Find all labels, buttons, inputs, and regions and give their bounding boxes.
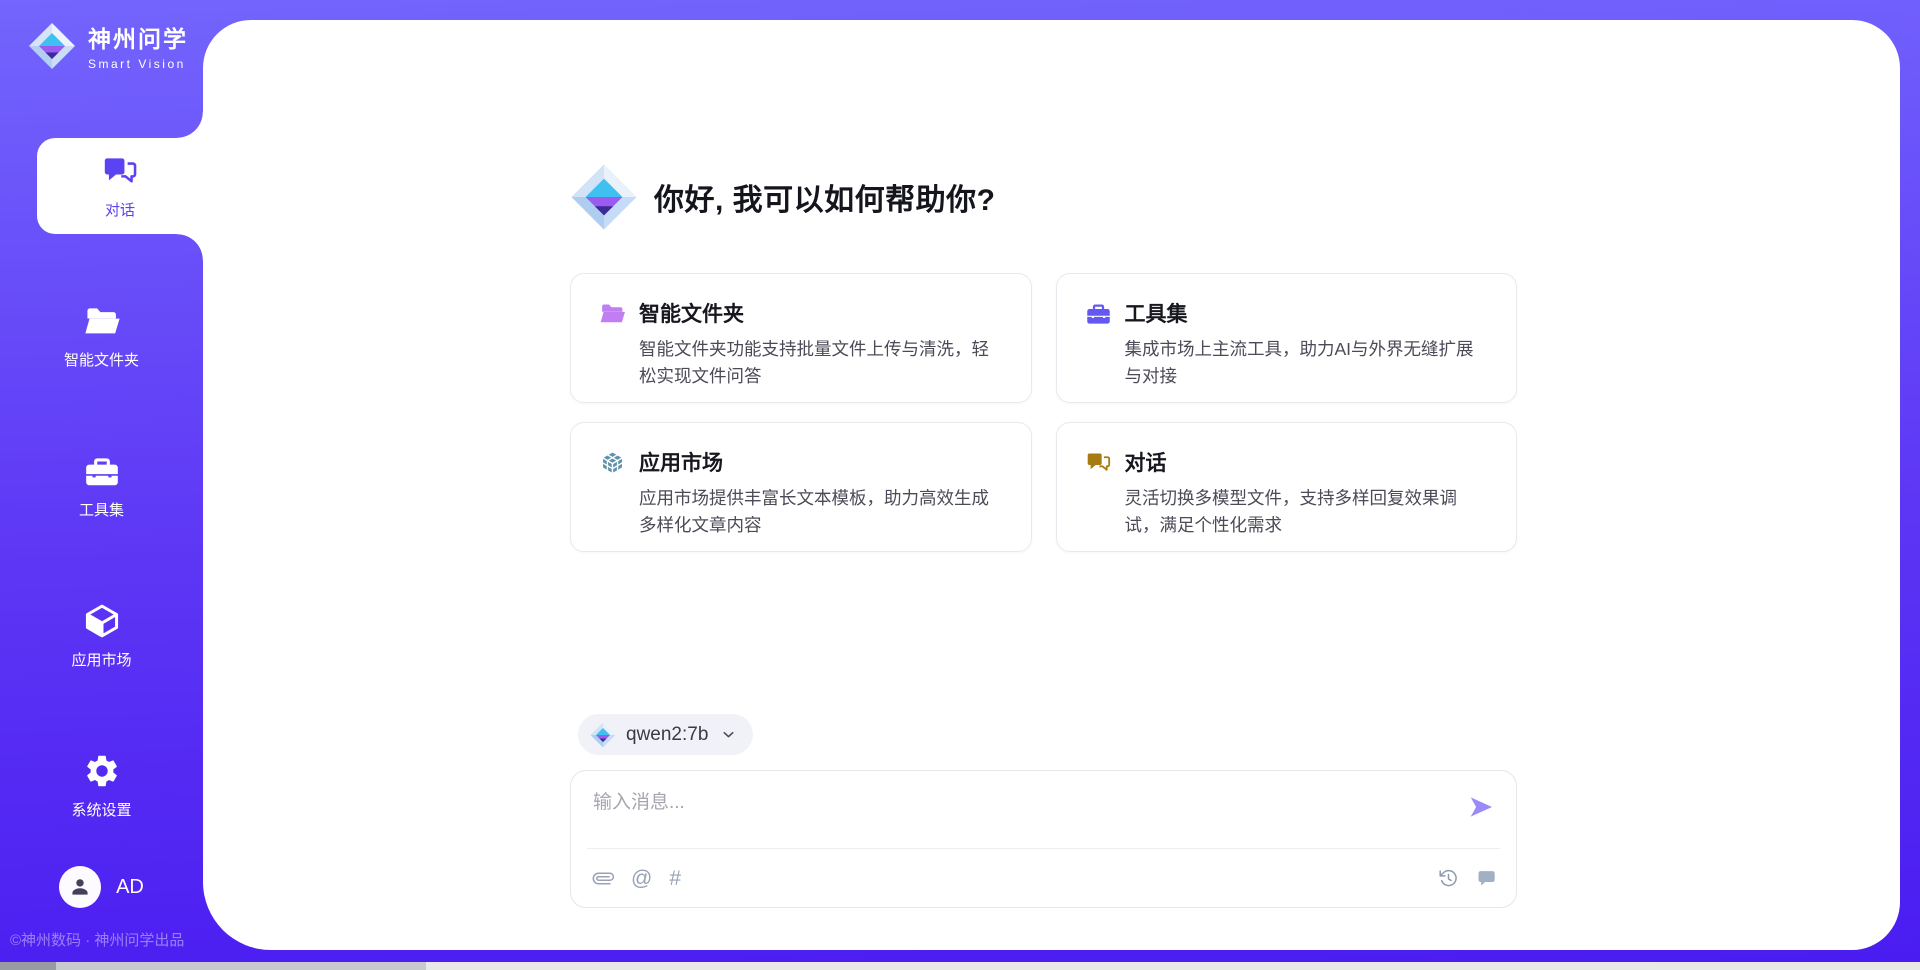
horizontal-scrollbar[interactable]	[0, 962, 1920, 970]
history-icon	[1438, 868, 1459, 889]
brand-name: 神州问学	[88, 20, 188, 54]
sidebar-item-smart-folder[interactable]: 智能文件夹	[0, 288, 203, 384]
message-composer: @ #	[570, 770, 1517, 908]
sidebar-item-label: 应用市场	[71, 649, 131, 670]
user-name: AD	[116, 876, 144, 899]
history-button[interactable]	[1438, 868, 1459, 889]
chat-bubbles-icon	[1085, 449, 1112, 476]
sidebar-item-label: 对话	[105, 199, 135, 220]
user-menu[interactable]: AD	[0, 866, 203, 908]
folder-open-icon	[599, 300, 626, 327]
gear-icon	[83, 752, 121, 790]
sidebar-nav: 对话 智能文件夹 工具集	[0, 138, 203, 834]
greeting: 你好, 我可以如何帮助你?	[570, 163, 996, 231]
model-selector[interactable]: qwen2:7b	[578, 714, 753, 755]
at-icon: @	[631, 868, 652, 889]
card-app-market[interactable]: 应用市场 应用市场提供丰富长文本模板，助力高效生成多样化文章内容	[570, 422, 1032, 552]
card-description: 智能文件夹功能支持批量文件上传与清洗，轻松实现文件问答	[639, 336, 1005, 389]
sidebar: 神州问学 Smart Vision 对话	[0, 0, 203, 962]
chat-bubbles-icon	[101, 152, 139, 190]
diamond-logo-icon	[570, 163, 638, 231]
card-title: 智能文件夹	[639, 298, 744, 328]
apps-cube-icon	[599, 449, 626, 476]
composer-toolbar: @ #	[593, 863, 1496, 893]
send-button[interactable]	[1466, 793, 1496, 823]
sidebar-item-chat[interactable]: 对话	[37, 138, 203, 234]
scrollbar-thumb[interactable]	[56, 962, 426, 970]
card-chat[interactable]: 对话 灵活切换多模型文件，支持多样回复效果调试，满足个性化需求	[1056, 422, 1518, 552]
avatar	[59, 866, 101, 908]
greeting-text: 你好, 我可以如何帮助你?	[654, 175, 996, 219]
hash-icon: #	[669, 868, 681, 889]
diamond-logo-icon	[28, 22, 76, 70]
folder-open-icon	[83, 302, 121, 340]
chat-bubble-filled-icon	[1475, 868, 1496, 889]
sidebar-item-app-market[interactable]: 应用市场	[0, 588, 203, 684]
card-title: 应用市场	[639, 447, 723, 477]
toolbox-icon	[83, 452, 121, 490]
diamond-logo-icon	[590, 722, 616, 748]
person-icon	[67, 874, 93, 900]
card-title: 对话	[1125, 447, 1167, 477]
sidebar-item-settings[interactable]: 系统设置	[0, 738, 203, 834]
card-title: 工具集	[1125, 298, 1188, 328]
sidebar-item-label: 系统设置	[71, 799, 131, 820]
brand-subtitle: Smart Vision	[88, 57, 188, 71]
card-description: 应用市场提供丰富长文本模板，助力高效生成多样化文章内容	[639, 485, 1005, 538]
topic-button[interactable]: #	[669, 868, 681, 889]
main-content: 你好, 我可以如何帮助你? 智能文件夹 智能文件夹功能支持批量文件上传与清洗，轻…	[570, 20, 1517, 950]
brand: 神州问学 Smart Vision	[28, 20, 188, 71]
card-description: 集成市场上主流工具，助力AI与外界无缝扩展与对接	[1125, 336, 1491, 389]
composer-divider	[587, 848, 1500, 849]
brand-text: 神州问学 Smart Vision	[88, 20, 188, 71]
card-description: 灵活切换多模型文件，支持多样回复效果调试，满足个性化需求	[1125, 485, 1491, 538]
attach-file-button[interactable]	[593, 868, 614, 889]
feature-cards: 智能文件夹 智能文件夹功能支持批量文件上传与清洗，轻松实现文件问答 工具集 集成…	[570, 273, 1517, 552]
card-toolset[interactable]: 工具集 集成市场上主流工具，助力AI与外界无缝扩展与对接	[1056, 273, 1518, 403]
scrollbar-corner	[0, 962, 56, 970]
message-input[interactable]	[593, 787, 1433, 839]
card-header: 工具集	[1085, 298, 1491, 328]
chevron-down-icon	[720, 726, 737, 743]
paperclip-icon	[589, 863, 619, 893]
toolbox-icon	[1085, 300, 1112, 327]
sidebar-item-toolset[interactable]: 工具集	[0, 438, 203, 534]
card-header: 智能文件夹	[599, 298, 1005, 328]
new-chat-button[interactable]	[1475, 868, 1496, 889]
sidebar-item-label: 工具集	[79, 499, 124, 520]
card-header: 应用市场	[599, 447, 1005, 477]
sidebar-item-label: 智能文件夹	[64, 349, 139, 370]
copyright-text: ©神州数码 · 神州问学出品	[10, 929, 184, 950]
app-background: 神州问学 Smart Vision 对话	[0, 0, 1920, 962]
model-name: qwen2:7b	[626, 724, 708, 746]
main-panel: 你好, 我可以如何帮助你? 智能文件夹 智能文件夹功能支持批量文件上传与清洗，轻…	[203, 20, 1900, 950]
card-smart-folder[interactable]: 智能文件夹 智能文件夹功能支持批量文件上传与清洗，轻松实现文件问答	[570, 273, 1032, 403]
cube-icon	[83, 602, 121, 640]
send-icon	[1467, 793, 1495, 821]
composer-toolbar-right	[1438, 868, 1496, 889]
card-header: 对话	[1085, 447, 1491, 477]
mention-button[interactable]: @	[631, 868, 652, 889]
